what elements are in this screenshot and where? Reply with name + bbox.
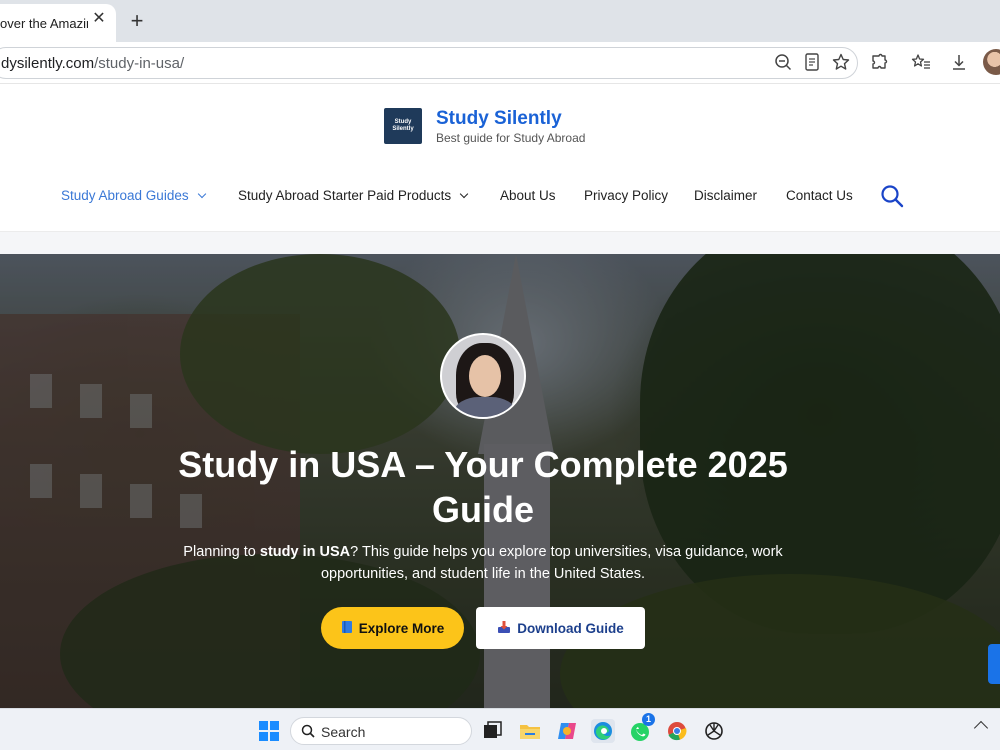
notification-badge: 1 bbox=[642, 713, 655, 726]
nav-item-label: Study Abroad Starter Paid Products bbox=[238, 188, 452, 203]
edge-browser-icon[interactable] bbox=[591, 719, 615, 743]
favorite-star-icon[interactable] bbox=[830, 51, 852, 73]
floating-side-tab[interactable] bbox=[988, 644, 1000, 684]
chevron-down-icon bbox=[459, 189, 469, 198]
header-divider-band bbox=[0, 232, 1000, 254]
url-input[interactable]: dysilently.com/study-in-usa/ bbox=[0, 47, 858, 79]
task-view-icon[interactable] bbox=[480, 719, 504, 743]
main-navigation: Study Abroad Guides Study Abroad Starter… bbox=[0, 185, 1000, 212]
logo-text-line-2: Silently bbox=[392, 126, 414, 132]
site-header: Study Silently Study Silently Best guide… bbox=[0, 84, 1000, 232]
whatsapp-icon[interactable]: 1 bbox=[628, 713, 655, 743]
nav-item-starter-paid-products[interactable]: Study Abroad Starter Paid Products bbox=[238, 188, 469, 203]
site-tagline: Best guide for Study Abroad bbox=[436, 131, 586, 145]
nav-item-about-us[interactable]: About Us bbox=[500, 188, 556, 203]
nav-item-contact-us[interactable]: Contact Us bbox=[786, 188, 853, 203]
hero-subtitle-highlight: study in USA bbox=[259, 544, 351, 560]
search-icon[interactable] bbox=[880, 184, 904, 208]
chrome-icon[interactable] bbox=[665, 719, 689, 743]
browser-tab-bar: over the Amazin ✕ + bbox=[0, 0, 1000, 42]
download-icon bbox=[497, 620, 511, 637]
search-icon bbox=[301, 724, 315, 743]
taskbar-search-placeholder: Search bbox=[321, 724, 366, 740]
favorites-list-icon[interactable] bbox=[910, 51, 932, 73]
nav-item-label: Study Abroad Guides bbox=[61, 188, 189, 203]
tab-title: over the Amazin bbox=[0, 15, 88, 31]
reader-mode-icon[interactable] bbox=[801, 51, 823, 73]
nav-item-label: Contact Us bbox=[786, 188, 853, 203]
url-text: dysilently.com/study-in-usa/ bbox=[1, 55, 184, 72]
author-avatar bbox=[440, 333, 526, 419]
chevron-up-icon[interactable] bbox=[973, 720, 989, 736]
nav-item-disclaimer[interactable]: Disclaimer bbox=[694, 188, 757, 203]
windows-start-icon[interactable] bbox=[259, 721, 279, 741]
zoom-out-icon[interactable] bbox=[772, 51, 794, 73]
browser-tab[interactable]: over the Amazin ✕ bbox=[0, 4, 116, 42]
copilot-icon[interactable] bbox=[555, 719, 579, 743]
chatgpt-icon[interactable] bbox=[702, 719, 726, 743]
nav-item-label: About Us bbox=[500, 188, 556, 203]
site-logo[interactable]: Study Silently bbox=[384, 108, 422, 144]
site-title[interactable]: Study Silently bbox=[436, 108, 562, 130]
extensions-icon[interactable] bbox=[868, 51, 890, 73]
address-bar: dysilently.com/study-in-usa/ bbox=[0, 42, 1000, 84]
nav-item-label: Disclaimer bbox=[694, 188, 758, 203]
downloads-icon[interactable] bbox=[948, 51, 970, 73]
nav-item-label: Privacy Policy bbox=[584, 188, 669, 203]
tab-close-icon[interactable]: ✕ bbox=[92, 11, 106, 27]
windows-taskbar: Search 1 bbox=[0, 708, 1000, 750]
nav-item-study-abroad-guides[interactable]: Study Abroad Guides bbox=[61, 188, 206, 203]
file-explorer-icon[interactable] bbox=[518, 719, 542, 743]
hero-subtitle: Planning to study in USA? This guide hel… bbox=[183, 544, 783, 582]
hero-title: Study in USA – Your Complete 2025 Guide bbox=[178, 444, 788, 530]
book-icon bbox=[341, 620, 353, 637]
nav-item-privacy-policy[interactable]: Privacy Policy bbox=[584, 188, 668, 203]
logo-text-line-1: Study bbox=[394, 119, 412, 125]
chevron-down-icon bbox=[197, 189, 206, 198]
explore-more-button[interactable]: Explore More bbox=[321, 607, 464, 649]
download-guide-button[interactable]: Download Guide bbox=[476, 607, 645, 649]
url-path: /study-in-usa/ bbox=[94, 55, 185, 72]
url-domain: dysilently.com bbox=[1, 55, 95, 72]
new-tab-icon[interactable]: + bbox=[126, 10, 148, 32]
hero-section: Study in USA – Your Complete 2025 Guide … bbox=[0, 254, 1000, 708]
taskbar-search-input[interactable]: Search bbox=[290, 717, 472, 745]
